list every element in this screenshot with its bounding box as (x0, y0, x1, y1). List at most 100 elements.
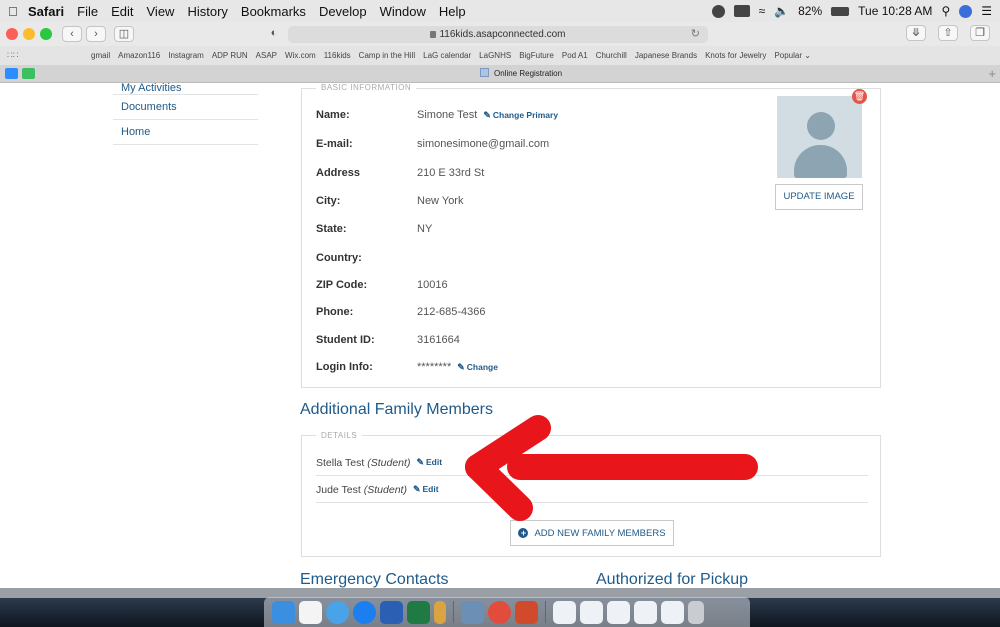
volume-icon[interactable]: 🔈 (774, 4, 789, 18)
notes-icon[interactable] (434, 600, 446, 624)
share-icon[interactable]: ⇧ (938, 25, 958, 41)
page-favicon-icon (480, 68, 489, 77)
favorite-item[interactable]: ASAP (256, 51, 277, 60)
member-name: Stella Test (316, 456, 365, 469)
edit-member-link[interactable]: ✎ Edit (416, 457, 442, 468)
menu-bookmarks[interactable]: Bookmarks (241, 4, 306, 19)
wifi-icon[interactable]: ≈ (759, 4, 766, 18)
airplay-icon[interactable] (733, 5, 750, 17)
privacy-shield-icon[interactable]: ◐ (266, 26, 282, 42)
change-login-link[interactable]: ✎ Change (457, 362, 498, 373)
email-label: E-mail: (316, 138, 353, 150)
forward-button[interactable]: › (86, 26, 106, 42)
document-thumbnail-icon[interactable] (580, 600, 603, 624)
document-thumbnail-icon[interactable] (607, 600, 630, 624)
lock-icon (430, 31, 437, 38)
menu-history[interactable]: History (187, 4, 227, 19)
address-bar[interactable]: 116kids.asapconnected.com ↻ (288, 26, 708, 43)
document-thumbnail-icon[interactable] (553, 600, 576, 624)
favorite-item[interactable]: Churchill (596, 51, 627, 60)
battery-icon[interactable] (831, 6, 850, 16)
safari-toolbar: ‹ › ◫ ◐ 116kids.asapconnected.com ↻ ⤋ ⇧ … (0, 22, 1000, 46)
favorite-item[interactable]: Popular ⌄ (774, 51, 811, 60)
extension-icon[interactable] (22, 68, 35, 79)
favorite-item[interactable]: 116kids (324, 51, 351, 60)
update-image-button[interactable]: UPDATE IMAGE (775, 184, 863, 210)
nav-home[interactable]: Home (113, 120, 258, 145)
menu-window[interactable]: Window (380, 4, 426, 19)
apple-menu-icon[interactable]:  (8, 4, 28, 19)
sidebar-toggle-icon[interactable]: ◫ (114, 26, 134, 42)
favorite-item[interactable]: Instagram (168, 51, 204, 60)
details-legend: DETAILS (316, 431, 363, 440)
document-thumbnail-icon[interactable] (634, 600, 657, 624)
dock (264, 597, 750, 627)
new-tab-icon[interactable]: + (988, 66, 996, 81)
favorite-item[interactable]: Amazon116 (118, 51, 160, 60)
trash-icon[interactable] (688, 600, 704, 624)
menu-edit[interactable]: Edit (111, 4, 133, 19)
basic-information-legend: BASIC INFORMATION (316, 83, 417, 91)
phone-row: Phone: 212-685-4366 (316, 304, 486, 320)
edit-member-link[interactable]: ✎ Edit (413, 484, 439, 495)
document-thumbnail-icon[interactable] (661, 600, 684, 624)
excel-icon[interactable] (407, 600, 430, 624)
delete-photo-icon[interactable]: 🗑 (852, 89, 867, 104)
spotlight-icon[interactable]: ⚲ (941, 4, 950, 18)
state-label: State: (316, 223, 347, 235)
downloads-icon[interactable]: ⤋ (906, 25, 926, 41)
notification-center-icon[interactable]: ☰ (981, 4, 992, 18)
city-row: City: New York (316, 193, 463, 209)
address-value: 210 E 33rd St (417, 167, 485, 179)
favorite-item[interactable]: Camp in the Hill (359, 51, 415, 60)
menu-help[interactable]: Help (439, 4, 466, 19)
nav-my-activities[interactable]: My Activities (113, 83, 258, 95)
powerpoint-icon[interactable] (515, 600, 538, 624)
minimize-window-button[interactable] (23, 28, 35, 40)
clock[interactable]: Tue 10:28 AM (858, 4, 932, 18)
favorite-item[interactable]: ADP RUN (212, 51, 248, 60)
add-family-member-button[interactable]: + ADD NEW FAMILY MEMBERS (510, 520, 674, 546)
nav-documents[interactable]: Documents (113, 95, 258, 120)
preview-icon[interactable] (461, 600, 484, 624)
finder-icon[interactable] (272, 600, 295, 624)
menu-safari[interactable]: Safari (28, 4, 64, 19)
favorite-item[interactable]: Pod A1 (562, 51, 588, 60)
word-icon[interactable] (380, 600, 403, 624)
menu-develop[interactable]: Develop (319, 4, 367, 19)
favorite-item[interactable]: LaG calendar (423, 51, 471, 60)
ichat-icon[interactable] (326, 600, 349, 624)
menu-view[interactable]: View (147, 4, 175, 19)
name-value: Simone Test (417, 109, 478, 121)
profile-photo-placeholder (777, 96, 862, 178)
siri-icon[interactable] (959, 4, 973, 18)
favorite-item[interactable]: gmail (91, 51, 110, 60)
change-login-label: Change (466, 361, 498, 372)
battery-percent[interactable]: 82% (798, 4, 822, 18)
favorite-item[interactable]: Knots for Jewelry (705, 51, 766, 60)
favorite-item[interactable]: BigFuture (519, 51, 554, 60)
close-window-button[interactable] (6, 28, 18, 40)
back-button[interactable]: ‹ (62, 26, 82, 42)
emergency-contacts-heading: Emergency Contacts (300, 571, 449, 588)
change-primary-link[interactable]: ✎ Change Primary (483, 110, 558, 121)
zoom-window-button[interactable] (40, 28, 52, 40)
tabs-overview-icon[interactable]: ❐ (970, 25, 990, 41)
chrome-icon[interactable] (488, 600, 511, 624)
favorite-item[interactable]: Wix.com (285, 51, 316, 60)
favorite-item[interactable]: Japanese Brands (635, 51, 697, 60)
address-text: 116kids.asapconnected.com (439, 29, 566, 40)
menu-file[interactable]: File (77, 4, 98, 19)
creative-cloud-icon[interactable] (711, 4, 725, 18)
favorites-grid-icon[interactable]: ∷∷ (7, 50, 18, 61)
zoom-extension-icon[interactable] (5, 68, 18, 79)
tab-online-registration[interactable]: Online Registration (480, 67, 562, 81)
calendar-icon[interactable] (299, 600, 322, 624)
safari-icon[interactable] (353, 600, 376, 624)
login-info-row: Login Info: ******** ✎ Change (316, 359, 498, 375)
pencil-icon: ✎ (457, 361, 465, 372)
member-role: (Student) (363, 483, 407, 496)
reload-icon[interactable]: ↻ (691, 26, 700, 43)
avatar-body-icon (794, 145, 847, 178)
favorite-item[interactable]: LaGNHS (479, 51, 511, 60)
